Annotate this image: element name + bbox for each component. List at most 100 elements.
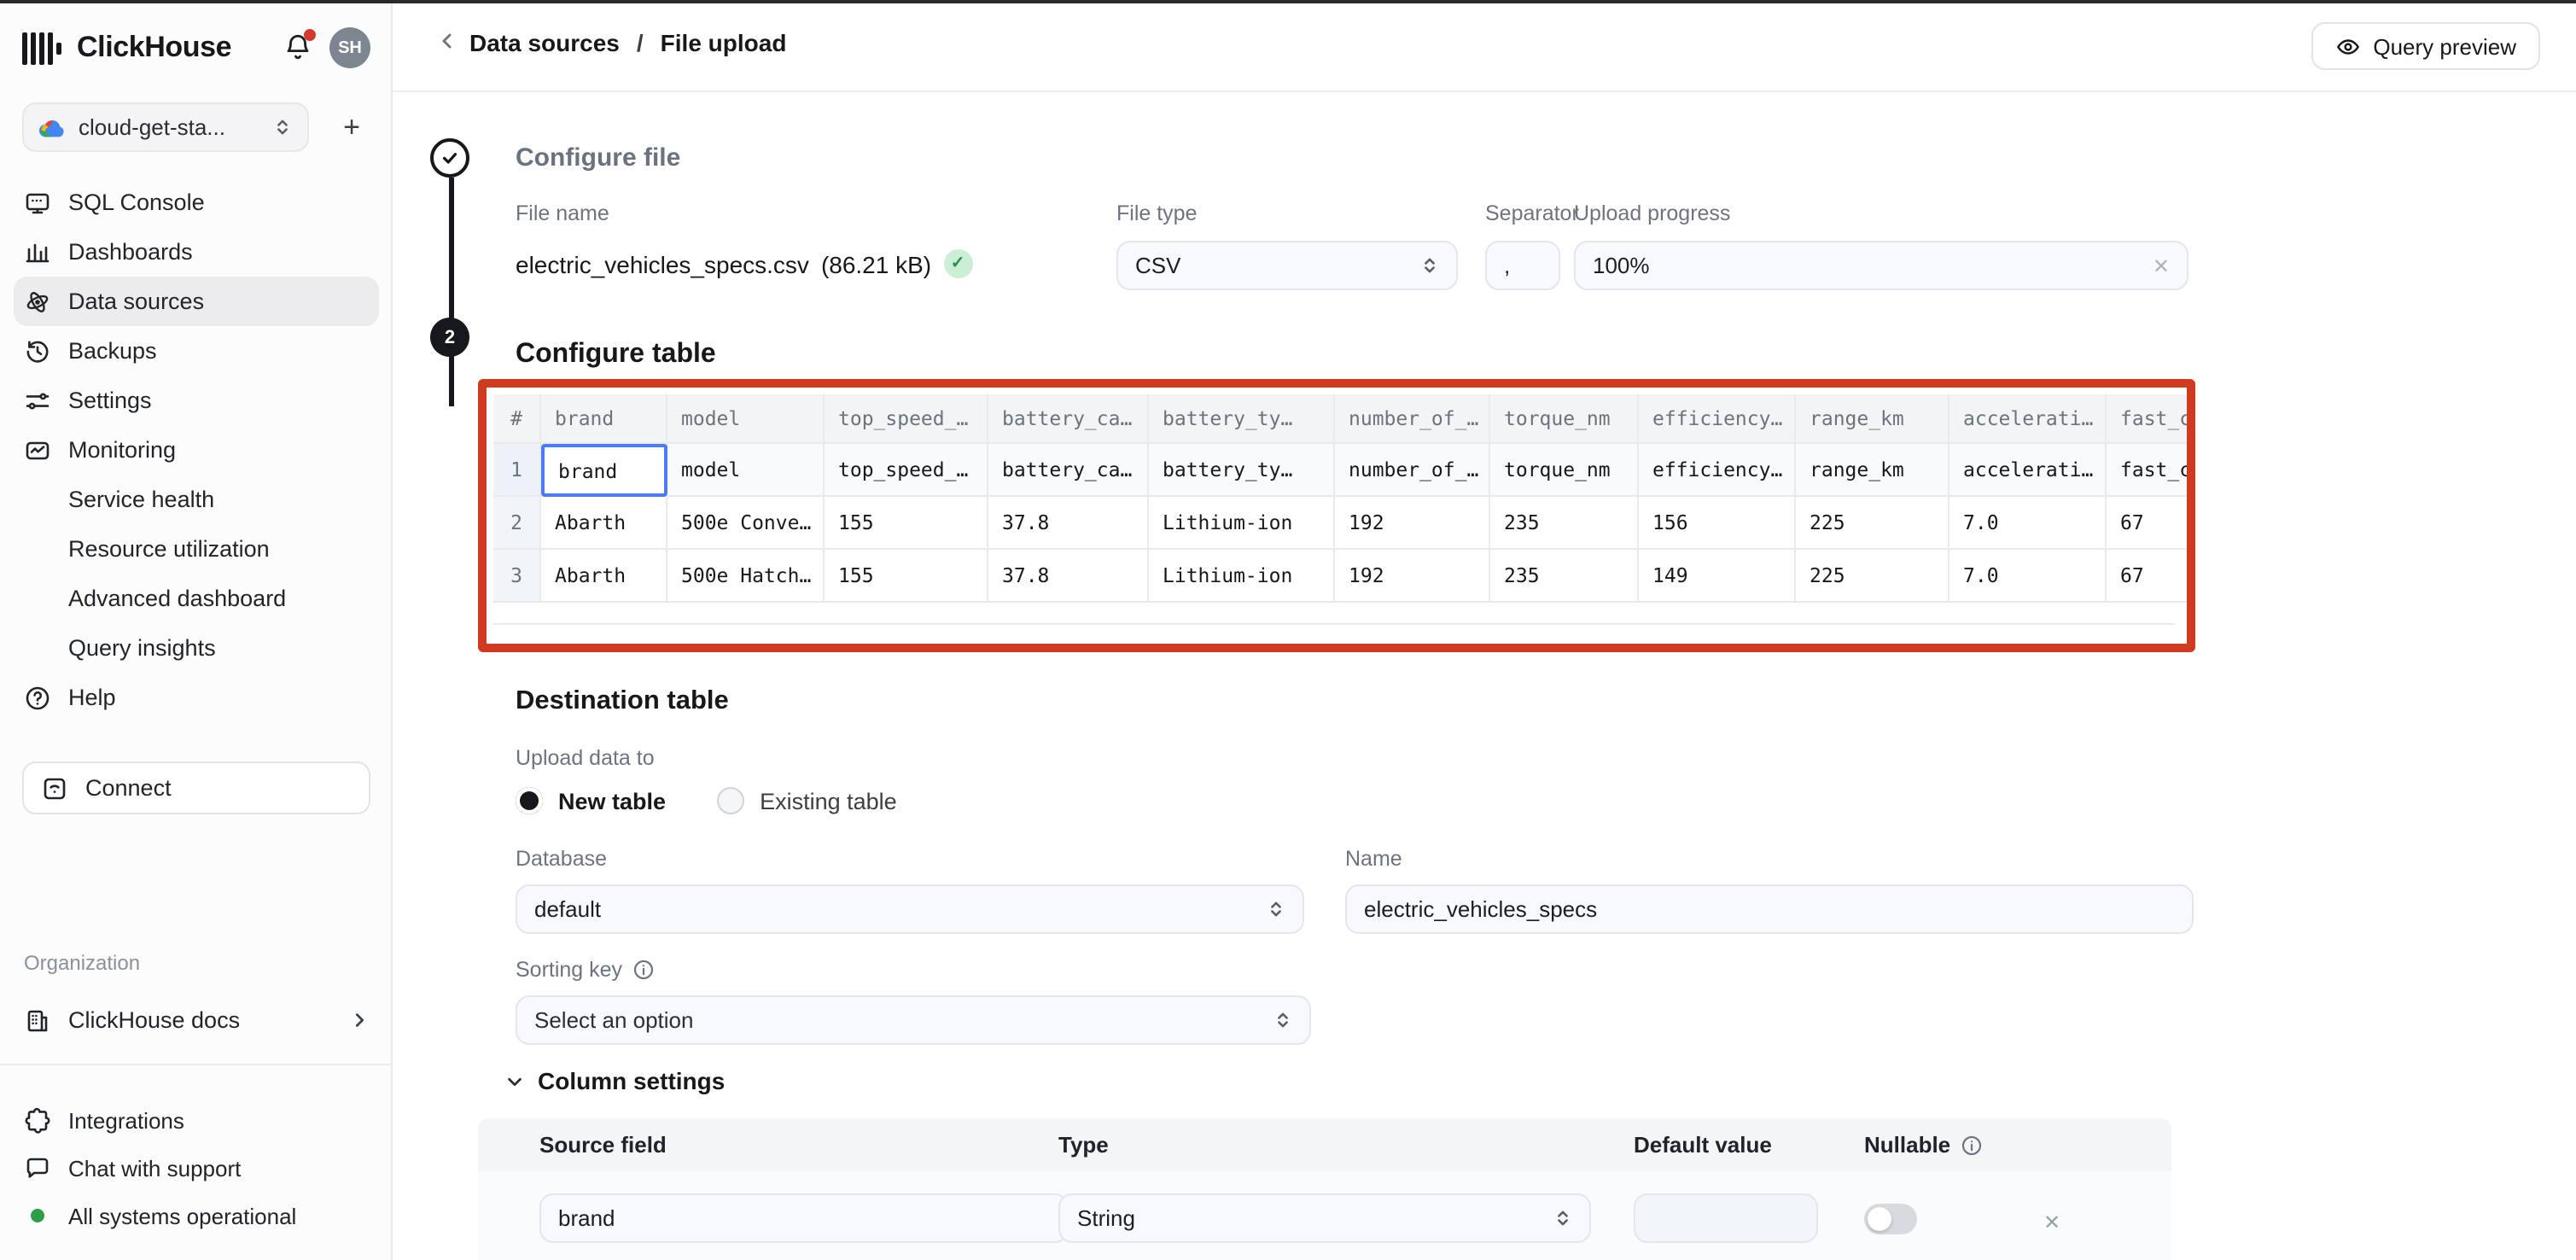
table-cell[interactable]: 67 xyxy=(2107,497,2195,550)
table-cell[interactable]: top_speed_… xyxy=(825,444,988,497)
separator-input[interactable]: , xyxy=(1485,241,1560,290)
query-preview-button[interactable]: Query preview xyxy=(2311,22,2540,70)
table-cell[interactable]: Abarth xyxy=(541,497,667,550)
avatar[interactable]: SH xyxy=(329,27,370,68)
table-cell[interactable]: 155 xyxy=(825,497,988,550)
table-cell[interactable]: 500e Hatch… xyxy=(667,550,825,603)
sidebar-item-sql-console[interactable]: SQL Console xyxy=(14,178,379,227)
table-cell[interactable]: accelerati… xyxy=(1949,444,2107,497)
info-icon[interactable] xyxy=(1961,1135,1981,1155)
sidebar-item-advanced-dashboard[interactable]: Advanced dashboard xyxy=(14,574,379,623)
existing-table-radio[interactable] xyxy=(717,787,744,814)
upload-progress-value: 100% xyxy=(1593,253,1650,278)
table-cell[interactable]: 235 xyxy=(1490,550,1639,603)
table-cell[interactable]: 192 xyxy=(1335,497,1490,550)
column-header[interactable]: model xyxy=(667,394,825,444)
window-top-edge xyxy=(0,0,2576,3)
default-value-input[interactable] xyxy=(1634,1193,1818,1243)
add-service-button[interactable]: + xyxy=(333,108,370,146)
breadcrumb-data-sources[interactable]: Data sources xyxy=(469,29,620,56)
column-header[interactable]: top_speed_… xyxy=(825,394,988,444)
system-status[interactable]: All systems operational xyxy=(14,1192,379,1240)
table-cell[interactable]: torque_nm xyxy=(1490,444,1639,497)
table-cell[interactable]: battery_ty… xyxy=(1149,444,1335,497)
table-cell[interactable]: 156 xyxy=(1639,497,1796,550)
column-header[interactable]: battery_ty… xyxy=(1149,394,1335,444)
table-cell[interactable]: Lithium-ion xyxy=(1149,497,1335,550)
nullable-toggle[interactable] xyxy=(1864,1204,1917,1234)
clear-upload-icon[interactable]: ✕ xyxy=(2153,254,2170,277)
table-cell[interactable]: 192 xyxy=(1335,550,1490,603)
table-cell[interactable]: 67 xyxy=(2107,550,2195,603)
breadcrumb: Data sources / File upload xyxy=(469,29,786,56)
column-header[interactable]: # xyxy=(493,394,541,444)
column-header[interactable]: brand xyxy=(541,394,667,444)
sidebar-item-query-insights[interactable]: Query insights xyxy=(14,623,379,673)
info-icon[interactable] xyxy=(632,960,653,980)
source-field-input[interactable]: brand xyxy=(539,1193,1069,1243)
database-select[interactable]: default xyxy=(516,884,1304,934)
column-header[interactable]: fast_cha xyxy=(2107,394,2195,444)
file-type-select[interactable]: CSV xyxy=(1116,241,1458,290)
sidebar-item-backups[interactable]: Backups xyxy=(14,326,379,376)
column-header[interactable]: accelerati… xyxy=(1949,394,2107,444)
table-cell[interactable]: 7.0 xyxy=(1949,550,2107,603)
table-cell[interactable]: 37.8 xyxy=(988,497,1149,550)
sidebar-item-service-health[interactable]: Service health xyxy=(14,475,379,524)
table-cell[interactable]: 235 xyxy=(1490,497,1639,550)
table-cell[interactable]: range_km xyxy=(1796,444,1949,497)
table-cell[interactable]: number_of_… xyxy=(1335,444,1490,497)
column-settings-toggle[interactable]: Column settings xyxy=(505,1067,725,1094)
table-cell[interactable]: Lithium-ion xyxy=(1149,550,1335,603)
sidebar-item-clickhouse-docs[interactable]: ClickHouse docs xyxy=(14,995,379,1045)
cloud-provider-icon xyxy=(39,117,65,137)
column-header[interactable]: range_km xyxy=(1796,394,1949,444)
configure-table-title: Configure table xyxy=(516,340,716,370)
connect-icon xyxy=(41,774,68,802)
column-header[interactable]: torque_nm xyxy=(1490,394,1639,444)
column-header[interactable]: efficiency… xyxy=(1639,394,1796,444)
remove-column-icon[interactable]: ✕ xyxy=(2043,1210,2060,1234)
back-button[interactable] xyxy=(435,29,459,53)
separator-label: Separator xyxy=(1485,201,1579,225)
status-dot-icon xyxy=(24,1202,51,1229)
table-cell[interactable]: 225 xyxy=(1796,497,1949,550)
table-cell[interactable]: model xyxy=(667,444,825,497)
table-cell[interactable]: fast_cha xyxy=(2107,444,2195,497)
sorting-key-select[interactable]: Select an option xyxy=(516,995,1311,1045)
table-cell[interactable]: 155 xyxy=(825,550,988,603)
table-cell[interactable]: 225 xyxy=(1796,550,1949,603)
table-cell[interactable]: 149 xyxy=(1639,550,1796,603)
sidebar-item-help[interactable]: Help xyxy=(14,673,379,722)
upload-success-icon: ✓ xyxy=(943,249,972,278)
sidebar-item-resource-utilization[interactable]: Resource utilization xyxy=(14,524,379,574)
source-field-header: Source field xyxy=(478,1132,1058,1158)
table-cell[interactable]: 500e Conve… xyxy=(667,497,825,550)
table-cell[interactable]: 37.8 xyxy=(988,550,1149,603)
row-number: 1 xyxy=(493,444,541,497)
table-cell[interactable]: 7.0 xyxy=(1949,497,2107,550)
chevron-updown-icon xyxy=(273,118,292,137)
sidebar-item-chat-support[interactable]: Chat with support xyxy=(14,1144,379,1192)
new-table-radio[interactable] xyxy=(516,787,543,814)
table-cell-focused[interactable]: brand xyxy=(541,444,667,497)
table-cell[interactable]: battery_ca… xyxy=(988,444,1149,497)
table-name-input[interactable]: electric_vehicles_specs xyxy=(1345,884,2194,934)
sidebar-item-dashboards[interactable]: Dashboards xyxy=(14,227,379,277)
connect-button[interactable]: Connect xyxy=(22,761,370,814)
sidebar-item-data-sources[interactable]: Data sources xyxy=(14,277,379,326)
column-header[interactable]: battery_ca… xyxy=(988,394,1149,444)
upload-progress-label: Upload progress xyxy=(1574,201,1730,225)
file-size: (86.21 kB) xyxy=(821,250,931,277)
table-cell[interactable]: efficiency… xyxy=(1639,444,1796,497)
horizontal-scrollbar[interactable] xyxy=(493,623,2175,625)
type-select[interactable]: String xyxy=(1058,1193,1591,1243)
notifications-button[interactable] xyxy=(283,32,314,63)
sidebar-item-settings[interactable]: Settings xyxy=(14,376,379,425)
file-type-label: File type xyxy=(1116,201,1198,225)
column-header[interactable]: number_of_… xyxy=(1335,394,1490,444)
table-cell[interactable]: Abarth xyxy=(541,550,667,603)
service-selector[interactable]: cloud-get-sta... xyxy=(22,102,309,152)
sidebar-item-monitoring[interactable]: Monitoring xyxy=(14,425,379,475)
sidebar-item-integrations[interactable]: Integrations xyxy=(14,1096,379,1144)
